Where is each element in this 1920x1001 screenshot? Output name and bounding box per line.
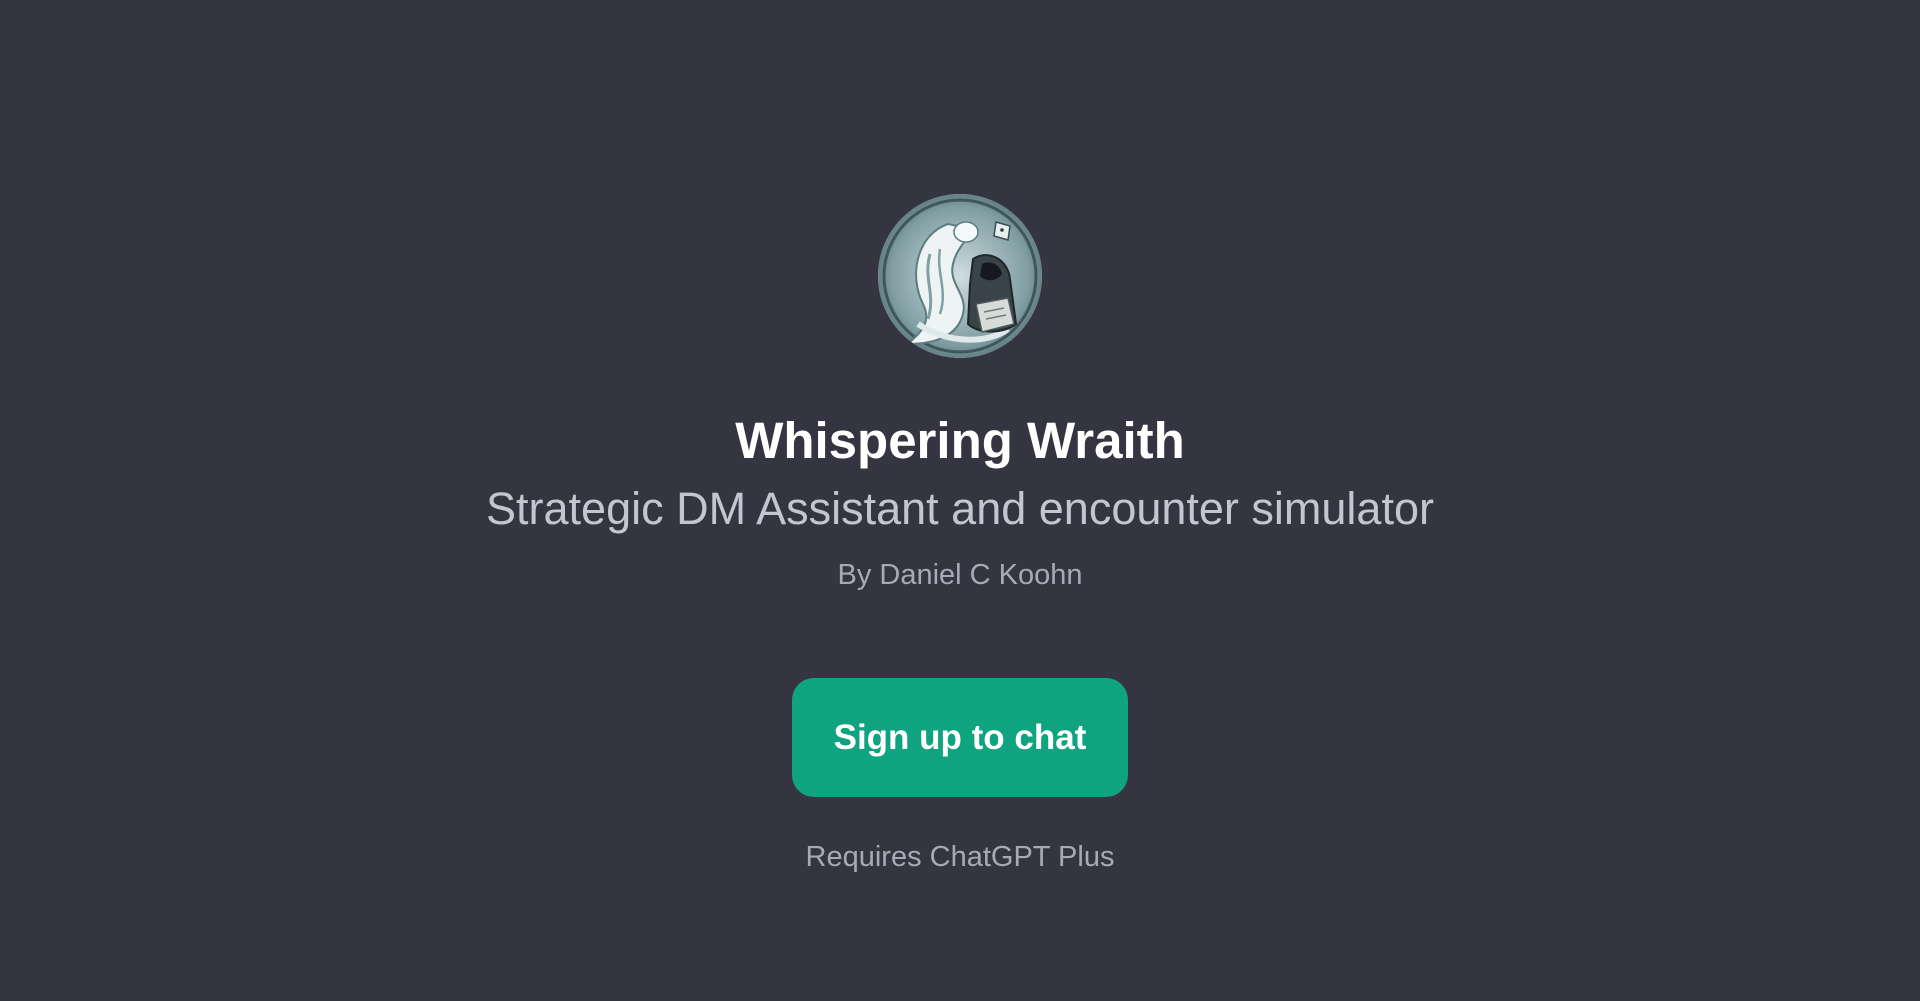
- gpt-description: Strategic DM Assistant and encounter sim…: [486, 483, 1434, 534]
- sign-up-to-chat-button[interactable]: Sign up to chat: [792, 678, 1128, 797]
- gpt-landing-page: Whispering Wraith Strategic DM Assistant…: [0, 0, 1920, 1001]
- plan-requirement-note: Requires ChatGPT Plus: [805, 841, 1115, 873]
- wraith-portrait-icon: [878, 194, 1042, 358]
- gpt-title: Whispering Wraith: [735, 412, 1185, 469]
- gpt-avatar: [878, 194, 1042, 358]
- gpt-author: By Daniel C Koohn: [837, 559, 1083, 591]
